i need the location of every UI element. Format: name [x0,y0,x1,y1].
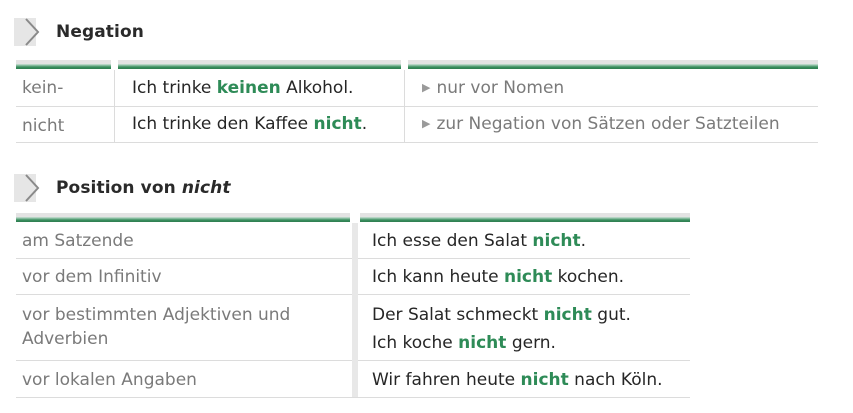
position-label: vor bestimmten Adjektiven und [22,305,291,325]
example-kein: Ich trinke keinen Alkohol. [132,78,354,98]
row-divider [16,397,690,398]
form-kein: kein- [22,78,64,98]
section-header-position: Position von nicht [0,170,231,206]
column-divider [114,70,115,142]
position-label: am Satzende [22,231,134,251]
chevron-right-icon [0,170,56,206]
column-divider [352,223,358,397]
row-divider [16,142,818,143]
chevron-right-icon [0,14,56,50]
triangle-right-icon: ▶ [422,117,431,130]
column-bar [408,64,818,69]
section-title-position: Position von nicht [56,178,231,198]
form-nicht: nicht [22,116,65,136]
column-bar [118,64,401,69]
position-example: Der Salat schmeckt nicht gut. [372,305,631,325]
position-example-line2: Ich koche nicht gern. [372,333,556,353]
example-nicht: Ich trinke den Kaffee nicht. [132,114,368,134]
note-nicht: ▶ zur Negation von Sätzen oder Satzteilen [422,114,780,134]
section-title-negation: Negation [56,22,144,42]
position-label: vor dem Infinitiv [22,267,162,287]
column-bar [16,64,111,69]
position-example: Wir fahren heute nicht nach Köln. [372,370,663,390]
position-example: Ich esse den Salat nicht. [372,231,587,251]
column-bar [360,217,690,222]
column-divider [404,70,405,142]
note-kein: ▶ nur vor Nomen [422,78,565,98]
section-header-negation: Negation [0,14,144,50]
triangle-right-icon: ▶ [422,81,431,94]
row-divider [16,106,818,107]
position-label: vor lokalen Angaben [22,370,197,390]
position-label-cont: Adverbien [22,329,109,349]
position-example: Ich kann heute nicht kochen. [372,267,625,287]
column-bar [16,217,350,222]
